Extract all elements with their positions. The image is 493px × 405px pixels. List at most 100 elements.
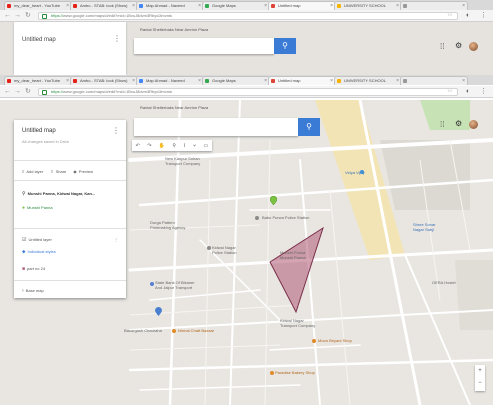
close-tab-icon[interactable]: ×: [330, 77, 333, 85]
search-result-layer[interactable]: ⚲ Munshi Panna, Kidwai Nagar, Kan...: [22, 191, 95, 197]
bookmark-star-icon[interactable]: ☆: [447, 13, 453, 18]
back-icon[interactable]: ←: [4, 11, 11, 21]
browser-tab[interactable]: Map Ahmad - Naveed ×: [136, 1, 204, 10]
ruler-icon[interactable]: ▭: [204, 143, 209, 149]
close-tab-icon[interactable]: ×: [198, 77, 201, 85]
close-tab-icon[interactable]: ×: [264, 77, 267, 85]
layer-header[interactable]: ☑ Untitled layer: [22, 237, 52, 243]
police-icon[interactable]: [255, 216, 259, 220]
add-layer-button[interactable]: ≡ Add layer: [22, 169, 43, 174]
extension-icon[interactable]: ◐: [466, 12, 470, 20]
browser-tab[interactable]: Ambo - STAB: look (Show) ×: [70, 1, 138, 10]
layer-options-icon[interactable]: ⋮: [114, 237, 118, 242]
close-tab-icon[interactable]: ×: [66, 2, 69, 10]
close-tab-icon[interactable]: ×: [396, 77, 399, 85]
restaurant-icon[interactable]: [312, 339, 316, 343]
preview-button[interactable]: ◉ Preview: [73, 169, 93, 174]
back-icon[interactable]: ←: [4, 87, 11, 97]
top-tab-strip: my_dear_heart - YouTube × Ambo - STAB: loo…: [0, 0, 493, 10]
more-options-icon[interactable]: ⋮: [113, 34, 121, 43]
reload-icon[interactable]: ↻: [25, 87, 31, 97]
layer-style-link[interactable]: ⬥ Individual styles: [22, 249, 56, 255]
undo-icon[interactable]: ↶: [136, 143, 140, 149]
map-label-barrageh: Basargash Chauraha: [124, 328, 162, 333]
browser-tab[interactable]: my_dear_heart - YouTube ×: [4, 1, 72, 10]
map-label-kidwai-transport: Kidwai Nagar Transport Company: [280, 318, 316, 328]
search-button[interactable]: ⚲: [274, 38, 296, 54]
drawing-toolbar: ↶ ↷ ✋ ⚲ ⌇ ⑂ ▭: [132, 140, 212, 151]
browser-tab[interactable]: Ambo - STAB: look (Show) ×: [70, 76, 138, 85]
extension-icon[interactable]: ◐: [466, 88, 470, 96]
close-tab-icon[interactable]: ×: [198, 2, 201, 10]
close-tab-icon[interactable]: ×: [396, 2, 399, 10]
apps-grid-icon[interactable]: ⁞⁞: [440, 42, 444, 51]
browser-tab[interactable]: UNIVERSITY SCHOOL ×: [334, 76, 402, 85]
bank-icon[interactable]: [150, 282, 154, 286]
marker-icon[interactable]: ⚲: [172, 143, 176, 149]
forward-icon[interactable]: →: [14, 87, 21, 97]
panel-actions: ≡ Add layer ⇪ Share ◉ Preview: [22, 169, 93, 174]
close-tab-icon[interactable]: ×: [66, 77, 69, 85]
settings-gear-icon[interactable]: ⚙: [455, 41, 462, 50]
zoom-out-button[interactable]: −: [475, 377, 485, 389]
browser-tab[interactable]: ×: [400, 76, 468, 85]
browser-tab[interactable]: my_dear_heart - YouTube ×: [4, 76, 72, 85]
redo-icon[interactable]: ↷: [147, 143, 151, 149]
chrome-menu-icon[interactable]: ⋮: [480, 88, 487, 96]
browser-tab[interactable]: Untitled map ×: [268, 76, 336, 85]
avatar[interactable]: [469, 120, 478, 129]
bookmark-star-icon[interactable]: ☆: [447, 89, 453, 94]
hand-icon[interactable]: ✋: [159, 143, 165, 149]
route-icon[interactable]: ⑂: [193, 143, 196, 149]
url-field[interactable]: https://www.google.com/maps/d/edit?mid=1…: [38, 88, 458, 96]
divider: [14, 180, 126, 181]
location-pin-icon[interactable]: [155, 307, 162, 316]
tab-favicon-icon: [271, 4, 275, 8]
browser-tab[interactable]: ×: [400, 1, 468, 10]
url-field[interactable]: https://www.google.com/maps/d/edit?mid=1…: [38, 12, 458, 20]
map-label-state-bank: State Bank Of Bikaner And Jaipur Transpor…: [155, 280, 195, 290]
chevron-right-icon: ›: [22, 288, 24, 294]
tab-label: Untitled map: [278, 78, 301, 83]
browser-tab[interactable]: Untitled map ×: [268, 1, 336, 10]
more-options-icon[interactable]: ⋮: [112, 126, 120, 135]
avatar[interactable]: [469, 42, 478, 51]
tab-favicon-icon: [139, 4, 143, 8]
browser-tab[interactable]: UNIVERSITY SCHOOL ×: [334, 1, 402, 10]
browser-tab[interactable]: Google Maps ×: [202, 1, 270, 10]
close-tab-icon[interactable]: ×: [132, 2, 135, 10]
close-tab-icon[interactable]: ×: [462, 77, 465, 85]
base-map-toggle[interactable]: › Base map: [22, 288, 44, 294]
checkbox-icon[interactable]: ☑: [22, 237, 26, 243]
close-tab-icon[interactable]: ×: [132, 77, 135, 85]
drawn-polygon[interactable]: [269, 226, 324, 314]
zoom-in-button[interactable]: +: [475, 365, 485, 377]
search-button[interactable]: ⚲: [298, 118, 320, 136]
close-tab-icon[interactable]: ×: [462, 2, 465, 10]
action-label: Preview: [78, 169, 94, 174]
tab-label: UNIVERSITY SCHOOL: [344, 78, 386, 83]
bakery-icon[interactable]: [270, 371, 274, 375]
map-marker-icon[interactable]: [270, 196, 277, 205]
result-item[interactable]: ● Munshi Panna: [22, 205, 53, 211]
food-icon[interactable]: [172, 329, 176, 333]
forward-icon[interactable]: →: [14, 11, 21, 21]
share-button[interactable]: ⇪ Share: [50, 169, 66, 174]
close-tab-icon[interactable]: ×: [264, 2, 267, 10]
settings-gear-icon[interactable]: ⚙: [455, 119, 462, 128]
map-label-munshi-purwa: Munshi Purwa Munshi Panna: [280, 250, 306, 260]
school-icon[interactable]: [207, 246, 211, 250]
map-search-box[interactable]: Rantai Shelterbaks Near Amrinn Plaza ⚲: [134, 105, 320, 136]
line-icon[interactable]: ⌇: [183, 143, 185, 149]
browser-tab[interactable]: Map Ahmad - Naveed ×: [136, 76, 204, 85]
top-search-box[interactable]: Rantai Shelterbaks Near Amrinn Plaza ⚲: [134, 27, 296, 54]
chrome-menu-icon[interactable]: ⋮: [480, 12, 487, 20]
map-title[interactable]: Untitled map: [22, 37, 56, 43]
reload-icon[interactable]: ↻: [25, 11, 31, 21]
apps-grid-icon[interactable]: ⁞⁞: [440, 120, 444, 129]
map-title[interactable]: Untitled map: [22, 128, 56, 134]
layer-item[interactable]: ■ part no 24: [22, 266, 45, 272]
transit-icon[interactable]: [360, 170, 364, 174]
close-tab-icon[interactable]: ×: [330, 2, 333, 10]
browser-tab[interactable]: Google Maps ×: [202, 76, 270, 85]
